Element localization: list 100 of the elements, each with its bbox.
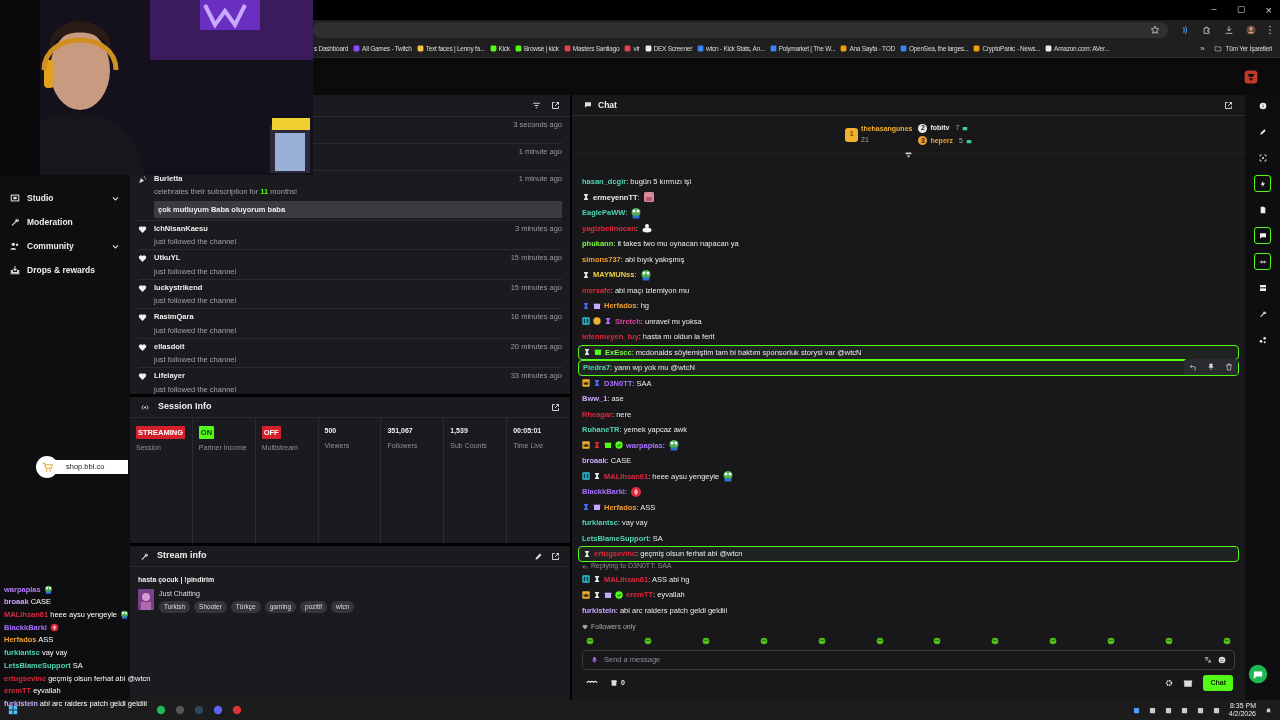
lightning-icon [1258,179,1267,188]
popout-icon[interactable] [551,551,560,561]
verified-icon [615,441,623,450]
sidebar-item[interactable]: Community [10,238,120,254]
layout-icon [1258,283,1267,292]
emote-icon [642,191,655,204]
close-button[interactable]: × [1265,1,1272,19]
emote-icon[interactable] [1107,637,1116,645]
coin-icon [593,317,601,326]
party-icon [138,175,147,184]
panel-title: Chat [598,98,618,112]
heart-icon [138,313,147,323]
microphone-icon[interactable] [591,656,598,664]
heart-icon [138,372,147,382]
scroll-down-icon[interactable] [904,152,913,159]
site-icon [1045,45,1053,52]
gift-icon [604,590,612,599]
duck-emote [640,222,653,235]
emote-icon[interactable] [701,637,710,645]
hourglass-icon [582,301,590,310]
frog-emote [43,584,53,594]
frog-emote [722,470,735,483]
rail-button[interactable] [1254,175,1271,192]
site-icon [489,45,497,52]
emote-icon[interactable] [1165,637,1174,645]
site-icon [697,45,705,52]
store-icon[interactable] [610,679,618,687]
site-icon [514,45,522,52]
windows-start-icon[interactable] [8,705,18,715]
extensions-icon[interactable] [1202,25,1212,35]
site-icon [416,45,424,52]
star-icon[interactable] [1150,25,1160,35]
music-app-icon[interactable] [156,705,166,715]
pencil-icon [1258,127,1267,136]
download-tray-icon [10,265,20,275]
frog-emote [120,610,129,620]
emote-icon[interactable] [1222,637,1231,645]
subscriber-icon [582,575,590,584]
site-icon [353,45,361,52]
heart-icon [138,342,147,352]
category-thumbnail[interactable] [138,588,154,610]
focus-icon [1258,153,1267,162]
rail-button[interactable] [1254,253,1271,270]
crown-icon [582,441,590,450]
emote-icon[interactable] [759,637,768,645]
popout-icon[interactable] [551,101,560,110]
frog-emote [667,439,680,452]
app-icon[interactable] [232,705,242,715]
emoji-icon[interactable] [1218,656,1226,664]
nodes-icon [1258,335,1267,344]
filter-icon[interactable] [532,101,541,110]
sidebar-item[interactable]: Moderation [10,214,120,230]
chat-bubble-icon [584,101,592,109]
broadcast-icon[interactable] [1180,25,1190,35]
hourglass-icon [604,317,612,326]
gift-icon [593,301,601,310]
discord-icon[interactable] [213,705,223,715]
more-bookmarks-button[interactable]: » [1200,42,1205,55]
verified-icon [615,590,623,599]
maximize-button[interactable]: ▢ [1236,3,1246,17]
info-icon [1258,101,1267,110]
profile-avatar-icon[interactable] [1246,25,1256,35]
hourglass-icon [583,549,591,558]
document-icon [1258,205,1267,214]
emote-icon[interactable] [643,637,652,645]
logo-icon[interactable] [1244,69,1258,84]
popout-icon[interactable] [1224,100,1233,110]
frog-emote [639,268,652,281]
reply-icon [582,563,588,570]
sidebar-item[interactable]: Studio [10,190,120,206]
notification-icon[interactable] [1265,706,1272,714]
emote-icon[interactable] [933,637,942,645]
gift-icon[interactable] [1183,678,1194,688]
hourglass-icon [582,270,590,279]
download-icon[interactable] [1224,25,1234,35]
support-chat-icon[interactable] [1248,664,1268,684]
gift-icon [604,441,612,450]
emote-icon[interactable] [875,637,884,645]
hourglass-icon [593,379,601,388]
studio-icon [10,193,20,203]
hourglass-icon [593,441,601,450]
emote-icon[interactable] [586,637,594,645]
emote-icon[interactable] [817,637,826,645]
emote-icon[interactable] [991,637,1000,645]
gem-emote [630,485,643,498]
chat-icon [1258,231,1267,240]
more-icon[interactable] [1268,25,1272,35]
site-icon [563,45,571,52]
hourglass-icon [582,503,590,512]
broadcast-icon [140,402,150,412]
crown-icon [582,379,590,388]
frog-emote [630,206,643,219]
minimize-button[interactable]: – [1211,3,1217,17]
edit-icon[interactable] [534,551,543,561]
sidebar-item[interactable]: Drops & rewards [10,262,120,278]
rail-button[interactable] [1254,227,1271,244]
translate-icon[interactable] [1204,656,1212,664]
settings-icon[interactable] [1165,679,1174,687]
popout-icon[interactable] [551,402,560,412]
emote-icon[interactable] [1049,637,1058,645]
